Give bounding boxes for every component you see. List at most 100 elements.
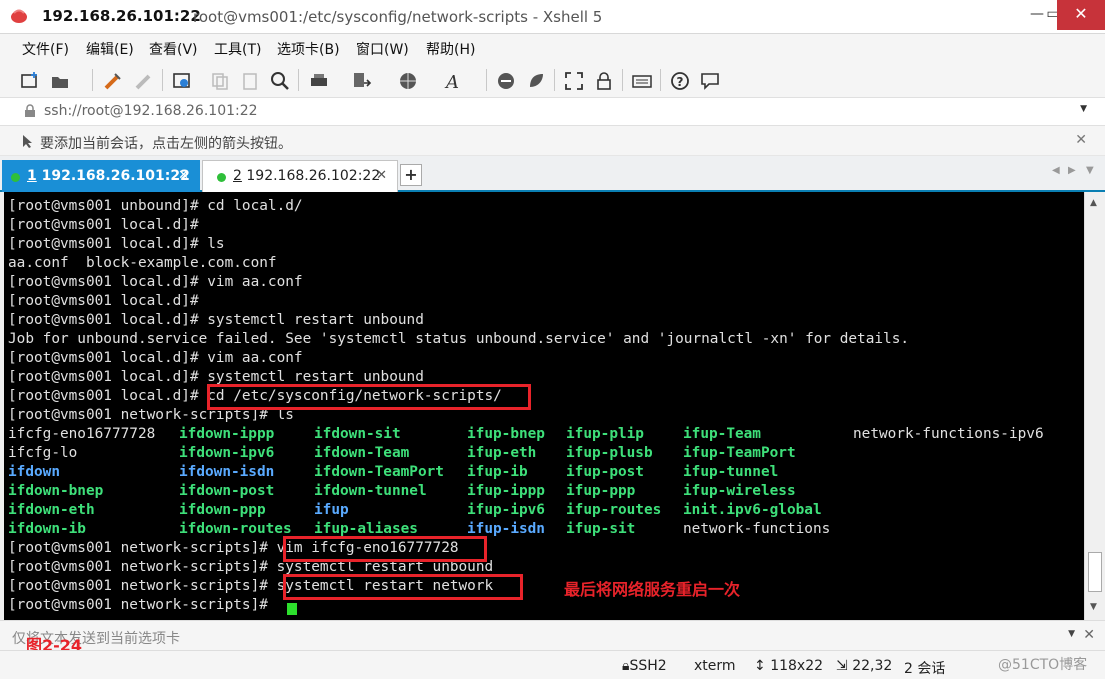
info-close-icon[interactable]: ✕: [1075, 132, 1087, 148]
new-session-icon[interactable]: [20, 71, 40, 91]
ls-entry: ifup-ppp: [566, 483, 636, 499]
highlight-box: [283, 574, 523, 600]
terminal-line: aa.conf block-example.com.conf: [8, 255, 277, 271]
ls-entry: ifdown-ib: [8, 521, 86, 537]
keyboard-icon[interactable]: [632, 71, 652, 91]
globe-icon[interactable]: [398, 71, 418, 91]
lock-icon[interactable]: [594, 71, 614, 91]
help-icon[interactable]: ?: [670, 71, 690, 91]
transfer-icon[interactable]: [352, 71, 372, 91]
protocol-status: 🔒︎SSH2: [622, 658, 667, 674]
ls-entry: ifdown-TeamPort: [314, 464, 444, 480]
window-title-host: 192.168.26.101:22: [42, 7, 201, 25]
tab-list-icon[interactable]: ▼: [1086, 165, 1094, 176]
properties-icon[interactable]: [172, 71, 192, 91]
connected-status-icon: [217, 173, 226, 182]
ls-entry: ifup-ippp: [467, 483, 545, 499]
menu-view[interactable]: 查看(V): [149, 39, 198, 59]
tab-close-icon[interactable]: ✕: [376, 168, 387, 183]
close-window-button[interactable]: ✕: [1057, 0, 1105, 30]
tab-session-1[interactable]: 1 192.168.26.101:22 ✕: [2, 160, 200, 192]
xshell-logo-icon: [11, 9, 27, 23]
terminal-line: [root@vms001 local.d]# systemctl restart…: [8, 312, 424, 328]
tab-session-2[interactable]: 2 192.168.26.102:22 ✕: [202, 160, 398, 192]
find-icon[interactable]: [270, 71, 290, 91]
terminal-size-status: ↕ 118x22: [754, 658, 824, 674]
session-count-status: 2 会话: [904, 661, 946, 677]
ls-entry: ifup-tunnel: [683, 464, 779, 480]
ls-entry: ifcfg-lo: [8, 445, 78, 461]
terminal-type-status: xterm: [694, 658, 736, 674]
menu-edit[interactable]: 编辑(E): [86, 39, 134, 59]
menu-bar: 文件(F) 编辑(E) 查看(V) 工具(T) 选项卡(B) 窗口(W) 帮助(…: [0, 34, 1105, 62]
ls-entry: ifup-bnep: [467, 426, 545, 442]
terminal-line: [root@vms001 local.d]# vim aa.conf: [8, 350, 303, 366]
terminal-cursor: [287, 603, 297, 615]
annotation-text: 最后将网络服务重启一次: [564, 580, 741, 599]
copy-icon[interactable]: [210, 71, 230, 91]
ls-entry: ifup-eth: [467, 445, 537, 461]
ls-entry: ifup: [314, 502, 349, 518]
toolbar: A ?: [0, 62, 1105, 98]
terminal-scrollbar[interactable]: ▲ ▼: [1084, 192, 1105, 620]
terminal[interactable]: [root@vms001 unbound]# cd local.d/ [root@…: [4, 192, 1084, 620]
menu-file[interactable]: 文件(F): [22, 39, 69, 59]
send-close-icon[interactable]: ✕: [1083, 627, 1095, 643]
disconnect-icon[interactable]: [134, 71, 154, 91]
address-bar[interactable]: ssh://root@192.168.26.101:22 ▼: [0, 98, 1105, 126]
open-folder-icon[interactable]: [50, 71, 70, 91]
address-input[interactable]: ssh://root@192.168.26.101:22: [44, 103, 258, 119]
tab-bar: 1 192.168.26.101:22 ✕ 2 192.168.26.102:2…: [0, 156, 1105, 192]
ls-entry: ifup-ipv6: [467, 502, 545, 518]
paste-icon[interactable]: [240, 71, 260, 91]
xftp-icon[interactable]: [496, 71, 516, 91]
ls-entry: ifup-Team: [683, 426, 761, 442]
svg-text:A: A: [444, 72, 459, 91]
chat-icon[interactable]: [700, 71, 720, 91]
tab-number: 2: [233, 168, 242, 184]
info-bar: 要添加当前会话，点击左侧的箭头按钮。 ✕: [0, 126, 1105, 156]
print-icon[interactable]: [309, 71, 329, 91]
ls-entry: ifdown-ippp: [179, 426, 275, 442]
ls-entry: ifdown-bnep: [8, 483, 104, 499]
font-icon[interactable]: A: [444, 71, 464, 91]
scroll-thumb[interactable]: [1088, 552, 1102, 592]
new-tab-button[interactable]: +: [400, 164, 422, 186]
ls-entry: ifdown-ppp: [179, 502, 266, 518]
menu-tools[interactable]: 工具(T): [214, 39, 261, 59]
ls-entry: ifdown-ipv6: [179, 445, 275, 461]
ls-entry: ifdown-Team: [314, 445, 410, 461]
scroll-down-icon[interactable]: ▼: [1090, 602, 1097, 612]
xmanager-icon[interactable]: [526, 71, 546, 91]
info-text: 要添加当前会话，点击左侧的箭头按钮。: [40, 136, 292, 152]
terminal-line: Job for unbound.service failed. See 'sys…: [8, 331, 910, 347]
highlight-box: [207, 384, 531, 410]
ls-entry: ifdown-eth: [8, 502, 95, 518]
ls-entry: ifup-post: [566, 464, 644, 480]
fullscreen-icon[interactable]: [564, 71, 584, 91]
window-title: root@vms001:/etc/sysconfig/network-scrip…: [193, 8, 603, 26]
terminal-line: [root@vms001 local.d]#: [8, 293, 199, 309]
cursor-position-status: ⇲ 22,32: [836, 658, 893, 674]
send-dropdown-icon[interactable]: ▼: [1068, 629, 1075, 639]
status-bar: 🔒︎SSH2 xterm ↕ 118x22 ⇲ 22,32 2 会话: [0, 650, 1105, 679]
scroll-up-icon[interactable]: ▲: [1090, 198, 1097, 208]
menu-window[interactable]: 窗口(W): [356, 39, 409, 59]
tab-scroll-right-icon[interactable]: ▶: [1068, 165, 1076, 176]
address-dropdown-icon[interactable]: ▼: [1080, 104, 1087, 114]
tab-close-icon[interactable]: ✕: [178, 168, 189, 183]
ls-entry: network-functions: [683, 521, 831, 537]
lock-icon: [25, 104, 35, 117]
arrow-pointer-icon[interactable]: [22, 134, 34, 148]
tab-host: 192.168.26.102:22: [246, 168, 381, 184]
watermark: @51CTO博客: [998, 657, 1088, 673]
svg-text:?: ?: [677, 75, 684, 89]
ls-entry: ifdown-isdn: [179, 464, 275, 480]
ls-entry: ifdown-routes: [179, 521, 292, 537]
tab-number: 1: [27, 168, 37, 184]
ls-entry: ifup-ib: [467, 464, 528, 480]
tab-scroll-left-icon[interactable]: ◀: [1052, 165, 1060, 176]
menu-tabs[interactable]: 选项卡(B): [277, 39, 340, 59]
reconnect-icon[interactable]: [103, 71, 123, 91]
menu-help[interactable]: 帮助(H): [426, 39, 475, 59]
